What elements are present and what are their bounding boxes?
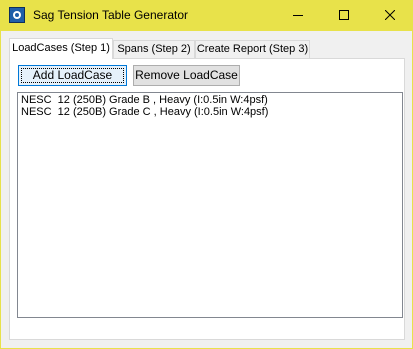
tab-create-report[interactable]: Create Report (Step 3) xyxy=(195,40,310,58)
close-button[interactable] xyxy=(367,0,413,31)
list-item[interactable]: NESC 12 (250B) Grade B , Heavy (I:0.5in … xyxy=(21,94,399,106)
tab-loadcases[interactable]: LoadCases (Step 1) xyxy=(9,38,113,59)
loadcase-list[interactable]: NESC 12 (250B) Grade B , Heavy (I:0.5in … xyxy=(17,92,403,318)
loadcases-panel: Add LoadCase Remove LoadCase NESC 12 (25… xyxy=(9,58,405,340)
minimize-button[interactable] xyxy=(275,0,321,31)
title-bar[interactable]: Sag Tension Table Generator xyxy=(0,0,413,31)
app-icon[interactable] xyxy=(9,7,25,23)
remove-loadcase-button[interactable]: Remove LoadCase xyxy=(133,65,240,86)
window-title: Sag Tension Table Generator xyxy=(33,8,188,22)
add-loadcase-button[interactable]: Add LoadCase xyxy=(18,65,127,86)
client-area: LoadCases (Step 1) Spans (Step 2) Create… xyxy=(1,31,412,348)
minimize-icon xyxy=(293,15,303,16)
close-icon xyxy=(385,10,395,20)
tab-spans[interactable]: Spans (Step 2) xyxy=(113,40,195,58)
maximize-icon xyxy=(339,10,349,20)
list-item[interactable]: NESC 12 (250B) Grade C , Heavy (I:0.5in … xyxy=(21,106,399,118)
maximize-button[interactable] xyxy=(321,0,367,31)
app-window: Sag Tension Table Generator LoadCases (S… xyxy=(0,0,413,349)
